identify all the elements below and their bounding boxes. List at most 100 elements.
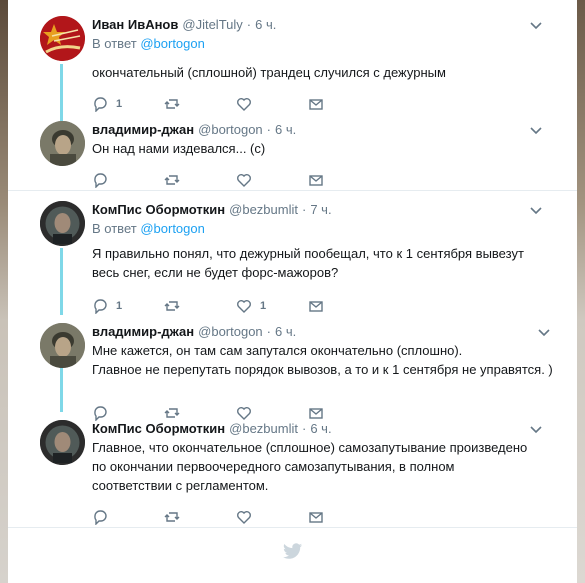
- author-name[interactable]: КомПис Обормоткин: [92, 201, 225, 218]
- separator: ·: [301, 202, 307, 217]
- conversation-panel: Иван ИвАнов @JitelTuly · 6 ч. В ответ @b…: [8, 0, 577, 583]
- retweet-icon: [164, 512, 180, 522]
- retweet-icon: [164, 175, 180, 185]
- heart-icon: [237, 300, 251, 313]
- background-left: [0, 0, 8, 583]
- retweet-button[interactable]: [164, 509, 236, 525]
- heart-icon: [237, 407, 251, 420]
- heart-icon: [237, 98, 251, 111]
- avatar[interactable]: [40, 201, 85, 246]
- author-name[interactable]: владимир-джан: [92, 121, 194, 138]
- conversation-1: Иван ИвАнов @JitelTuly · 6 ч. В ответ @b…: [8, 0, 577, 191]
- dm-button[interactable]: [308, 298, 380, 314]
- separator: ·: [266, 324, 272, 339]
- reply-prefix: В ответ: [92, 36, 137, 51]
- tweet-text: Он над нами издевался... (с): [92, 141, 266, 156]
- retweet-icon: [164, 301, 180, 311]
- timestamp[interactable]: 6 ч.: [275, 323, 296, 340]
- tweet-actions: [92, 507, 545, 527]
- victory-star-avatar-image: [40, 16, 85, 61]
- envelope-icon: [309, 99, 323, 110]
- author-name[interactable]: владимир-джан: [92, 323, 194, 340]
- reply-to-line: В ответ @bortogon: [92, 220, 545, 238]
- author-handle[interactable]: @bortogon: [198, 121, 263, 138]
- reply-button[interactable]: [92, 172, 164, 188]
- reply-icon: [94, 406, 107, 421]
- author-handle[interactable]: @bortogon: [198, 323, 263, 340]
- reply-to-handle[interactable]: @bortogon: [140, 221, 205, 236]
- modal-footer: [8, 527, 577, 574]
- like-button[interactable]: 1: [236, 298, 308, 314]
- tweet-text: окончательный (сплошной) трандец случилс…: [92, 65, 446, 80]
- avatar[interactable]: [40, 323, 85, 368]
- tweet-actions: 1 1: [92, 296, 545, 316]
- tweet-text-line: Главное не перепутать порядок вывозов, а…: [92, 362, 553, 377]
- tweet-text: Главное, что окончательное (сплошное) са…: [92, 440, 528, 493]
- avatar[interactable]: [40, 16, 85, 61]
- separator: ·: [266, 122, 272, 137]
- timestamp[interactable]: 6 ч.: [275, 121, 296, 138]
- man-portrait-avatar-image: [40, 121, 85, 166]
- timestamp[interactable]: 6 ч.: [310, 420, 331, 437]
- chevron-down-icon[interactable]: [529, 123, 543, 137]
- reply-button[interactable]: 1: [92, 298, 164, 314]
- heart-icon: [237, 174, 251, 187]
- retweet-icon: [164, 99, 180, 109]
- tweet[interactable]: владимир-джан @bortogon · 6 ч. Мне кажет…: [8, 323, 577, 423]
- dm-button[interactable]: [308, 96, 380, 112]
- timestamp[interactable]: 6 ч.: [255, 16, 276, 33]
- like-count: 1: [260, 300, 267, 312]
- twitter-bird-icon: [282, 542, 302, 559]
- reply-icon: [94, 97, 107, 112]
- retweet-button[interactable]: [164, 96, 236, 112]
- author-name[interactable]: КомПис Обормоткин: [92, 420, 225, 437]
- reply-button[interactable]: [92, 405, 164, 421]
- tweet[interactable]: Иван ИвАнов @JitelTuly · 6 ч. В ответ @b…: [8, 16, 577, 114]
- tweet-text: Я правильно понял, что дежурный пообещал…: [92, 246, 524, 280]
- chevron-down-icon[interactable]: [529, 18, 543, 32]
- reply-icon: [94, 173, 107, 188]
- reply-count: 1: [116, 300, 123, 312]
- dm-button[interactable]: [308, 509, 380, 525]
- retweet-button[interactable]: [164, 298, 236, 314]
- dm-button[interactable]: [308, 172, 380, 188]
- heart-icon: [237, 511, 251, 524]
- retweet-icon: [164, 408, 180, 418]
- tweet-actions: 1: [92, 94, 545, 114]
- reply-button[interactable]: 1: [92, 96, 164, 112]
- tweet[interactable]: владимир-джан @bortogon · 6 ч. Он над на…: [8, 121, 577, 190]
- separator: ·: [246, 17, 252, 32]
- tweet-text: Мне кажется, он там сам запутался оконча…: [92, 341, 553, 379]
- tweet[interactable]: КомПис Обормоткин @bezbumlit · 7 ч. В от…: [8, 201, 577, 316]
- author-handle[interactable]: @bezbumlit: [229, 420, 298, 437]
- tweet[interactable]: КомПис Обормоткин @bezbumlit · 6 ч. Глав…: [8, 420, 577, 527]
- retweet-button[interactable]: [164, 405, 236, 421]
- like-button[interactable]: [236, 172, 308, 188]
- like-button[interactable]: [236, 509, 308, 525]
- retweet-button[interactable]: [164, 172, 236, 188]
- envelope-icon: [309, 512, 323, 523]
- like-button[interactable]: [236, 96, 308, 112]
- chevron-down-icon[interactable]: [537, 325, 551, 339]
- author-name[interactable]: Иван ИвАнов: [92, 16, 178, 33]
- author-handle[interactable]: @bezbumlit: [229, 201, 298, 218]
- avatar[interactable]: [40, 420, 85, 465]
- envelope-icon: [309, 408, 323, 419]
- timestamp[interactable]: 7 ч.: [310, 201, 331, 218]
- reply-prefix: В ответ: [92, 221, 137, 236]
- dm-button[interactable]: [308, 405, 380, 421]
- avatar[interactable]: [40, 121, 85, 166]
- author-handle[interactable]: @JitelTuly: [182, 16, 242, 33]
- reply-button[interactable]: [92, 509, 164, 525]
- like-button[interactable]: [236, 405, 308, 421]
- chevron-down-icon[interactable]: [529, 203, 543, 217]
- chevron-down-icon[interactable]: [529, 422, 543, 436]
- envelope-icon: [309, 301, 323, 312]
- envelope-icon: [309, 175, 323, 186]
- reply-icon: [94, 299, 107, 314]
- reply-to-handle[interactable]: @bortogon: [140, 36, 205, 51]
- man-portrait-avatar-image: [40, 201, 85, 246]
- background-right: [577, 0, 585, 583]
- man-portrait-avatar-image: [40, 323, 85, 368]
- reply-icon: [94, 510, 107, 525]
